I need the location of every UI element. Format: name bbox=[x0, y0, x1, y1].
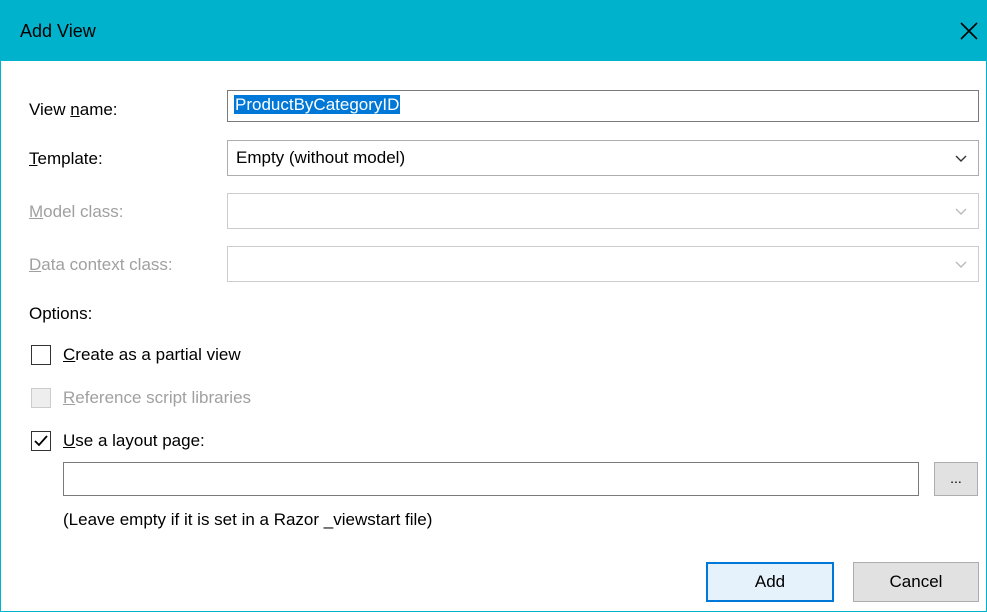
layout-page-path-input[interactable] bbox=[63, 462, 919, 496]
browse-button[interactable]: ... bbox=[934, 462, 978, 496]
layout-page-hint: (Leave empty if it is set in a Razor _vi… bbox=[63, 510, 433, 529]
model-class-dropdown[interactable] bbox=[227, 193, 979, 229]
model-class-label: Model class: bbox=[29, 202, 124, 221]
close-icon bbox=[960, 22, 978, 40]
template-label: Template: bbox=[29, 149, 103, 168]
data-context-class-label: Data context class: bbox=[29, 255, 173, 274]
view-name-label: View name: bbox=[29, 100, 118, 119]
view-name-value: ProductByCategoryID bbox=[234, 95, 401, 114]
options-heading: Options: bbox=[29, 304, 93, 323]
chevron-down-icon bbox=[955, 208, 967, 215]
template-dropdown[interactable]: Empty (without model) bbox=[227, 140, 979, 176]
template-value: Empty (without model) bbox=[236, 148, 406, 167]
reference-scripts-label: Reference script libraries bbox=[63, 388, 252, 407]
close-button[interactable] bbox=[956, 18, 982, 44]
title-bar[interactable]: Add View bbox=[1, 1, 986, 61]
partial-view-checkbox[interactable] bbox=[31, 345, 51, 365]
reference-scripts-checkbox[interactable] bbox=[31, 388, 51, 408]
add-button[interactable]: Add bbox=[706, 562, 834, 602]
layout-page-checkbox[interactable] bbox=[31, 431, 51, 451]
chevron-down-icon bbox=[955, 155, 967, 162]
cancel-button[interactable]: Cancel bbox=[853, 562, 979, 602]
layout-page-label[interactable]: Use a layout page: bbox=[63, 431, 205, 451]
chevron-down-icon bbox=[955, 261, 967, 268]
partial-view-label[interactable]: Create as a partial view bbox=[63, 345, 241, 365]
data-context-class-dropdown[interactable] bbox=[227, 246, 979, 282]
dialog-title: Add View bbox=[20, 21, 96, 41]
add-view-dialog: Add View View name: ProductByCategoryID … bbox=[0, 0, 987, 612]
view-name-input[interactable]: ProductByCategoryID bbox=[227, 90, 979, 122]
checkmark-icon bbox=[34, 435, 48, 447]
